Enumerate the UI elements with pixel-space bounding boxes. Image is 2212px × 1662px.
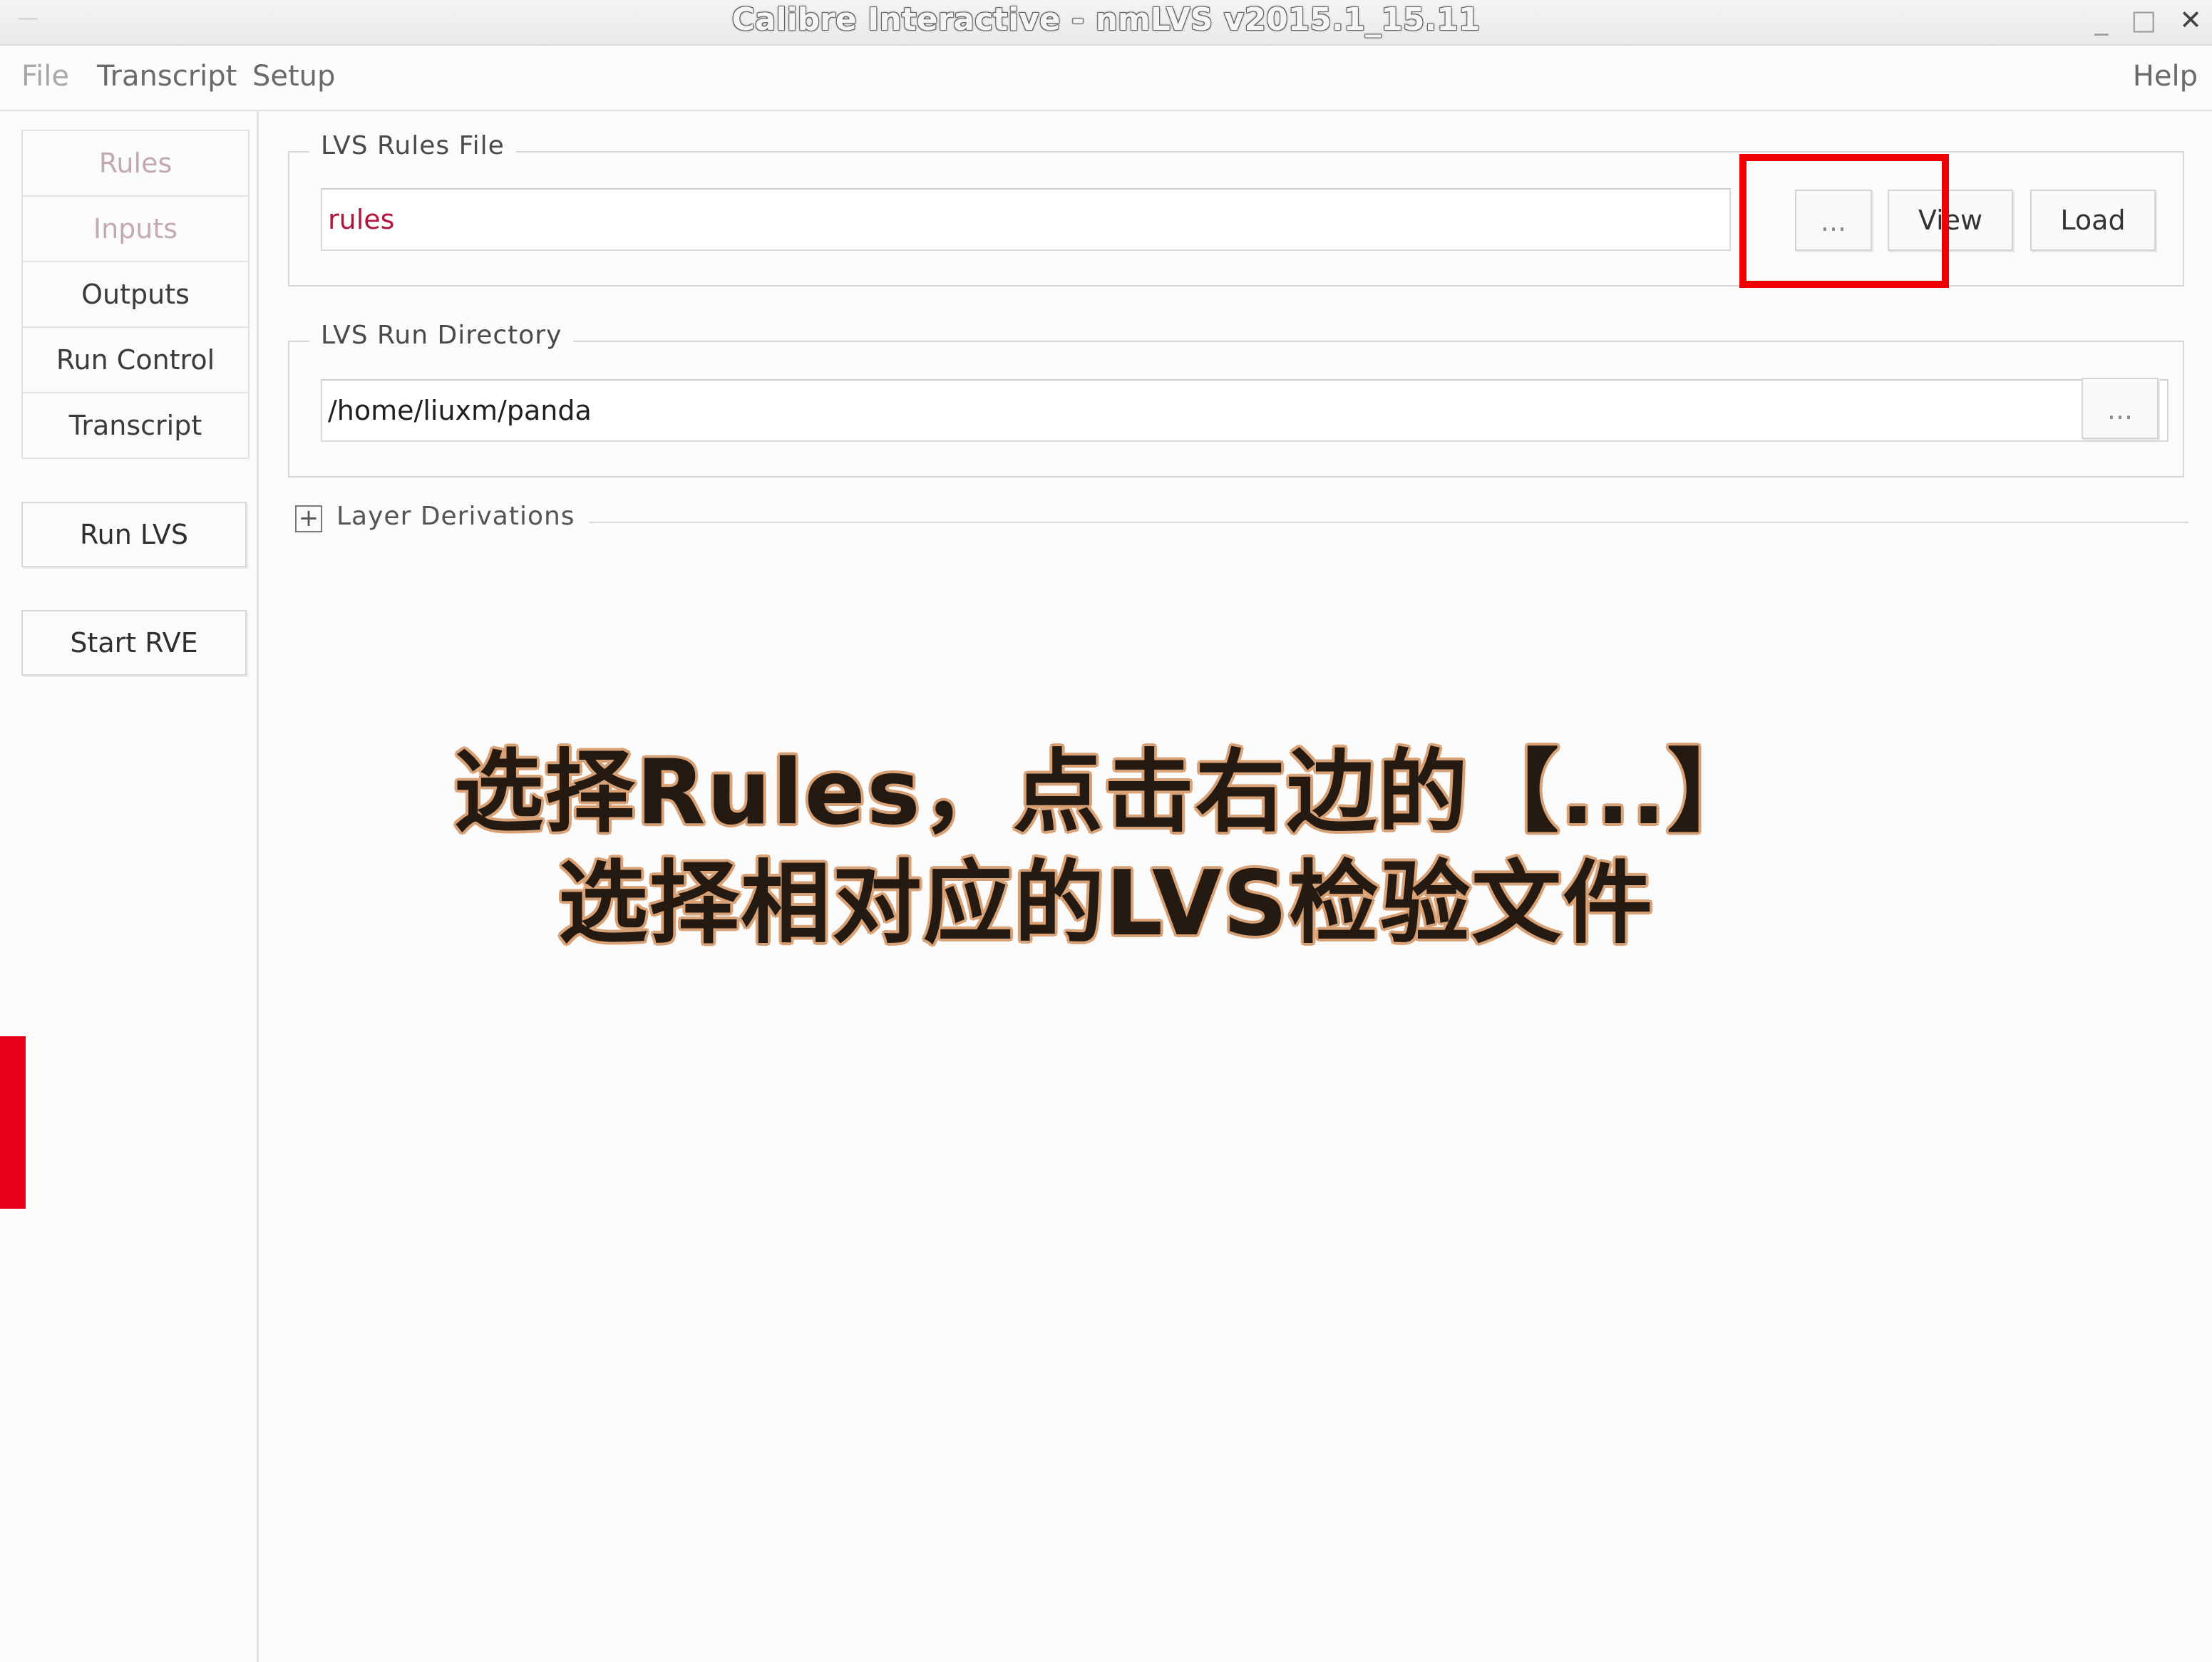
sidebar-item-rules[interactable]: Rules xyxy=(23,131,248,197)
sidebar-item-outputs[interactable]: Outputs xyxy=(23,262,248,328)
menu-help[interactable]: Help xyxy=(2133,60,2198,93)
menu-transcript[interactable]: Transcript xyxy=(97,60,237,93)
annotation-line-1: 选择Rules，点击右边的【...】 xyxy=(453,740,1759,845)
sidebar-item-inputs[interactable]: Inputs xyxy=(23,197,248,262)
layer-derivations-divider xyxy=(589,522,2188,523)
rules-file-label: LVS Rules File xyxy=(309,131,516,160)
rules-load-button[interactable]: Load xyxy=(2030,190,2156,251)
annotation-line-2: 选择相对应的LVS检验文件 xyxy=(557,851,1655,956)
highlight-box xyxy=(1739,154,1949,288)
menu-setup[interactable]: Setup xyxy=(252,60,335,93)
layer-derivations-label[interactable]: Layer Derivations xyxy=(336,502,575,531)
run-directory-input[interactable]: /home/liuxm/panda xyxy=(321,379,2169,442)
menu-file[interactable]: File xyxy=(21,60,69,93)
run-directory-browse-button[interactable]: ... xyxy=(2082,378,2159,439)
rules-file-input[interactable]: rules xyxy=(321,188,1731,251)
sidebar-nav: Rules Inputs Outputs Run Control Transcr… xyxy=(21,130,250,459)
sidebar-item-transcript[interactable]: Transcript xyxy=(23,393,248,458)
window-title: Calibre Interactive - nmLVS v2015.1_15.1… xyxy=(731,1,1481,38)
expand-icon[interactable]: + xyxy=(295,505,322,532)
run-lvs-button[interactable]: Run LVS xyxy=(21,502,247,567)
sidebar-item-run-control[interactable]: Run Control xyxy=(23,328,248,393)
title-bar: — Calibre Interactive - nmLVS v2015.1_15… xyxy=(0,0,2212,46)
close-icon[interactable]: ✕ xyxy=(2179,4,2202,36)
window-controls: _ □ ✕ xyxy=(2094,4,2202,36)
calibre-window: — Calibre Interactive - nmLVS v2015.1_15… xyxy=(0,0,2212,1662)
start-rve-button[interactable]: Start RVE xyxy=(21,610,247,676)
run-directory-label: LVS Run Directory xyxy=(309,321,574,350)
menu-bar: File Transcript Setup Help xyxy=(0,46,2212,111)
red-side-marker xyxy=(0,1036,26,1209)
minimize-icon[interactable]: _ xyxy=(2094,4,2108,36)
maximize-icon[interactable]: □ xyxy=(2131,4,2156,36)
